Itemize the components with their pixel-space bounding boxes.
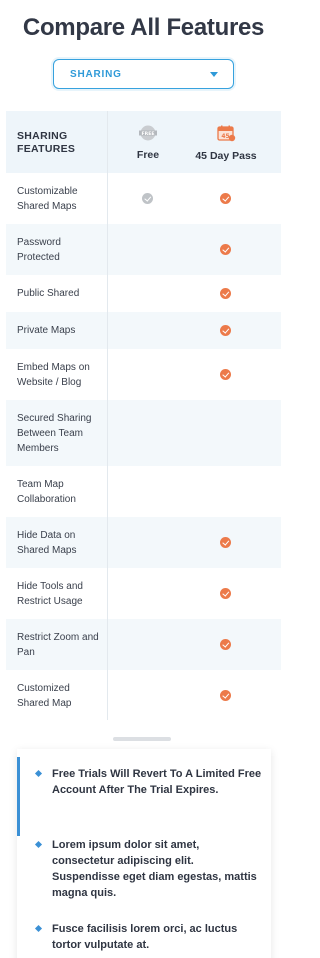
table-row: Hide Data on Shared Maps	[6, 517, 281, 568]
check-icon-45-day-pass	[220, 639, 231, 650]
note-item: Free Trials Will Revert To A Limited Fre…	[52, 768, 262, 796]
select-value: SHARING	[70, 69, 122, 80]
feature-label: Private Maps	[17, 325, 76, 336]
svg-text:FREE: FREE	[142, 131, 155, 137]
check-icon-45-day-pass	[220, 588, 231, 599]
column-divider	[107, 111, 108, 720]
features-column-header: SHARING FEATURES	[17, 130, 76, 155]
card-accent-bar	[17, 757, 20, 836]
check-icon-free	[142, 193, 153, 204]
feature-label: Password Protected	[17, 237, 61, 263]
plan-45-day-header: 45 45 Day Pass	[186, 125, 266, 162]
feature-label: Team Map Collaboration	[17, 479, 76, 505]
check-icon-45-day-pass	[220, 288, 231, 299]
diamond-bullet-icon	[34, 769, 43, 778]
free-badge-icon: FREE	[139, 125, 157, 141]
table-header: SHARING FEATURES FREE Free 45 45 Day Pas…	[6, 111, 281, 173]
notes-card: Free Trials Will Revert To A Limited Fre…	[17, 749, 271, 958]
diamond-bullet-icon	[34, 840, 43, 849]
feature-label: Embed Maps on Website / Blog	[17, 362, 90, 388]
table-row: Secured Sharing Between Team Members	[6, 400, 281, 466]
check-icon-45-day-pass	[220, 537, 231, 548]
plan-name-free: Free	[136, 149, 160, 161]
check-icon-45-day-pass	[220, 690, 231, 701]
feature-label: Secured Sharing Between Team Members	[17, 413, 92, 454]
feature-label: Customized Shared Map	[17, 683, 72, 709]
table-row: Public Shared	[6, 275, 281, 312]
table-row: Customizable Shared Maps	[6, 173, 281, 224]
note-item: Lorem ipsum dolor sit amet, consectetur …	[52, 839, 257, 899]
chevron-down-icon	[210, 72, 218, 77]
check-icon-45-day-pass	[220, 244, 231, 255]
table-row: Embed Maps on Website / Blog	[6, 349, 281, 400]
check-icon-45-day-pass	[220, 193, 231, 204]
feature-comparison-table: SHARING FEATURES FREE Free 45 45 Day Pas…	[6, 111, 281, 720]
plan-name-45-day-pass: 45 Day Pass	[195, 150, 257, 162]
feature-label: Restrict Zoom and Pan	[17, 632, 99, 658]
table-row: Password Protected	[6, 224, 281, 275]
check-icon-45-day-pass	[220, 325, 231, 336]
table-row: Team Map Collaboration	[6, 466, 281, 517]
svg-text:45: 45	[221, 133, 229, 140]
feature-category-select[interactable]: SHARING	[53, 59, 234, 89]
diamond-bullet-icon	[34, 924, 43, 933]
feature-label: Hide Data on Shared Maps	[17, 530, 77, 556]
feature-label: Customizable Shared Maps	[17, 186, 78, 212]
table-row: Customized Shared Map	[6, 670, 281, 721]
table-row: Private Maps	[6, 312, 281, 349]
feature-label: Public Shared	[17, 288, 80, 299]
plan-free-header: FREE Free	[122, 125, 174, 161]
check-icon-45-day-pass	[220, 369, 231, 380]
page-title: Compare All Features	[22, 14, 265, 41]
scroll-handle[interactable]	[113, 737, 171, 741]
table-row: Hide Tools and Restrict Usage	[6, 568, 281, 619]
note-item: Fusce facilisis lorem orci, ac luctus to…	[52, 923, 238, 951]
calendar-45-icon: 45	[217, 125, 236, 142]
feature-label: Hide Tools and Restrict Usage	[17, 581, 83, 607]
table-row: Restrict Zoom and Pan	[6, 619, 281, 670]
